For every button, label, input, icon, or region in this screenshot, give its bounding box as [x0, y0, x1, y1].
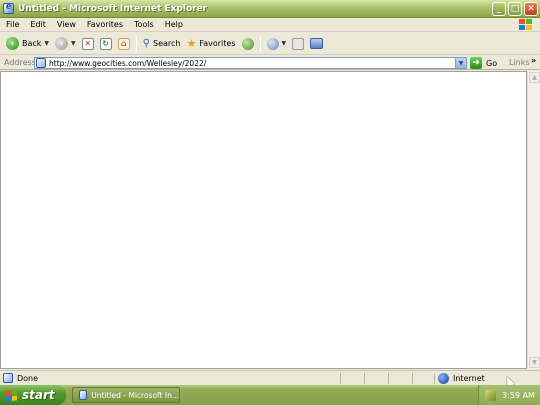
media-icon — [241, 37, 254, 50]
menu-help[interactable]: Help — [159, 20, 188, 29]
links-chevron-icon[interactable]: » — [531, 56, 536, 65]
page-content[interactable] — [0, 71, 527, 369]
go-label: Go — [486, 58, 498, 68]
page-icon — [36, 58, 46, 68]
search-icon: ⚲ — [142, 38, 150, 49]
address-dropdown-icon[interactable]: ▼ — [455, 58, 466, 68]
print-button[interactable] — [289, 35, 307, 53]
menu-view[interactable]: View — [51, 20, 81, 29]
start-button[interactable]: start — [0, 385, 66, 405]
address-input[interactable] — [49, 58, 444, 68]
forward-button[interactable]: › ▼ — [52, 35, 79, 53]
minimize-button[interactable]: _ — [492, 2, 506, 16]
start-label: start — [22, 388, 55, 402]
ie-icon — [3, 2, 14, 14]
status-bar: Done Internet — [0, 370, 540, 385]
address-field[interactable]: ▼ — [34, 57, 467, 69]
network-icon[interactable] — [485, 389, 496, 401]
favorites-button[interactable]: ★ Favorites — [183, 35, 238, 53]
print-icon — [292, 37, 305, 50]
system-tray: 3:59 AM — [478, 385, 540, 405]
standard-toolbar: ‹ Back ▼ › ▼ ✕ ↻ ⌂ ⚲ Search ★ Favorites … — [0, 33, 540, 55]
zone-text: Internet — [453, 374, 485, 383]
menu-favorites[interactable]: Favorites — [81, 20, 128, 29]
menu-edit[interactable]: Edit — [24, 20, 51, 29]
menu-tools[interactable]: Tools — [128, 20, 159, 29]
status-text: Done — [17, 373, 39, 383]
status-divider — [388, 373, 389, 384]
forward-icon: › — [55, 37, 69, 50]
edit-icon — [310, 38, 324, 49]
window-title: Untitled - Microsoft Internet Explorer — [18, 3, 208, 14]
mail-button[interactable]: ▼ — [264, 35, 290, 53]
refresh-button[interactable]: ↻ — [97, 35, 115, 53]
search-label: Search — [153, 39, 181, 48]
window-controls: _ □ ✕ — [492, 2, 538, 16]
title-bar[interactable]: Untitled - Microsoft Internet Explorer _… — [0, 0, 540, 18]
mail-dropdown-icon[interactable]: ▼ — [282, 40, 287, 47]
status-divider — [340, 373, 341, 384]
toolbar-separator — [135, 35, 137, 52]
address-bar: Address ▼ ➜ Go Links » — [0, 56, 540, 70]
mail-icon — [266, 37, 279, 50]
favorites-label: Favorites — [199, 39, 236, 48]
go-arrow-icon: ➜ — [470, 57, 482, 69]
scroll-up-icon[interactable]: ▲ — [529, 72, 540, 83]
close-button[interactable]: ✕ — [524, 2, 538, 16]
go-button[interactable]: ➜ Go — [470, 57, 497, 69]
home-button[interactable]: ⌂ — [115, 35, 133, 53]
page-status-icon — [3, 373, 13, 383]
media-button[interactable] — [239, 35, 257, 53]
globe-icon — [438, 373, 449, 384]
scroll-down-icon[interactable]: ▼ — [529, 357, 540, 368]
favorites-icon: ★ — [186, 37, 197, 50]
address-label: Address — [4, 58, 36, 67]
toolbar-separator — [259, 35, 261, 52]
windows-logo-icon — [519, 19, 532, 31]
back-button[interactable]: ‹ Back ▼ — [3, 35, 52, 53]
status-divider — [434, 373, 435, 384]
back-icon: ‹ — [6, 37, 19, 50]
status-divider — [412, 373, 413, 384]
maximize-button[interactable]: □ — [508, 2, 522, 16]
taskbar: start Untitled - Microsoft In... 3:59 AM — [0, 385, 540, 405]
refresh-icon: ↻ — [99, 37, 112, 50]
taskbar-item-ie[interactable]: Untitled - Microsoft In... — [72, 387, 180, 403]
clock[interactable]: 3:59 AM — [502, 391, 535, 400]
menu-file[interactable]: File — [0, 20, 24, 29]
edit-button[interactable] — [307, 35, 326, 53]
stop-icon: ✕ — [81, 37, 94, 50]
search-button[interactable]: ⚲ Search — [140, 35, 184, 53]
windows-logo-icon — [6, 388, 17, 402]
links-label[interactable]: Links — [509, 58, 530, 67]
forward-dropdown-icon[interactable]: ▼ — [71, 40, 76, 47]
vertical-scrollbar[interactable]: ▲ ▼ — [527, 71, 540, 369]
home-icon: ⌂ — [117, 37, 130, 50]
status-divider — [364, 373, 365, 384]
ie-icon — [79, 390, 88, 400]
back-dropdown-icon[interactable]: ▼ — [44, 40, 49, 47]
back-label: Back — [22, 39, 42, 48]
security-zone: Internet — [438, 373, 485, 384]
menu-bar: File Edit View Favorites Tools Help — [0, 18, 540, 32]
taskbar-item-label: Untitled - Microsoft In... — [91, 390, 179, 400]
stop-button[interactable]: ✕ — [79, 35, 97, 53]
